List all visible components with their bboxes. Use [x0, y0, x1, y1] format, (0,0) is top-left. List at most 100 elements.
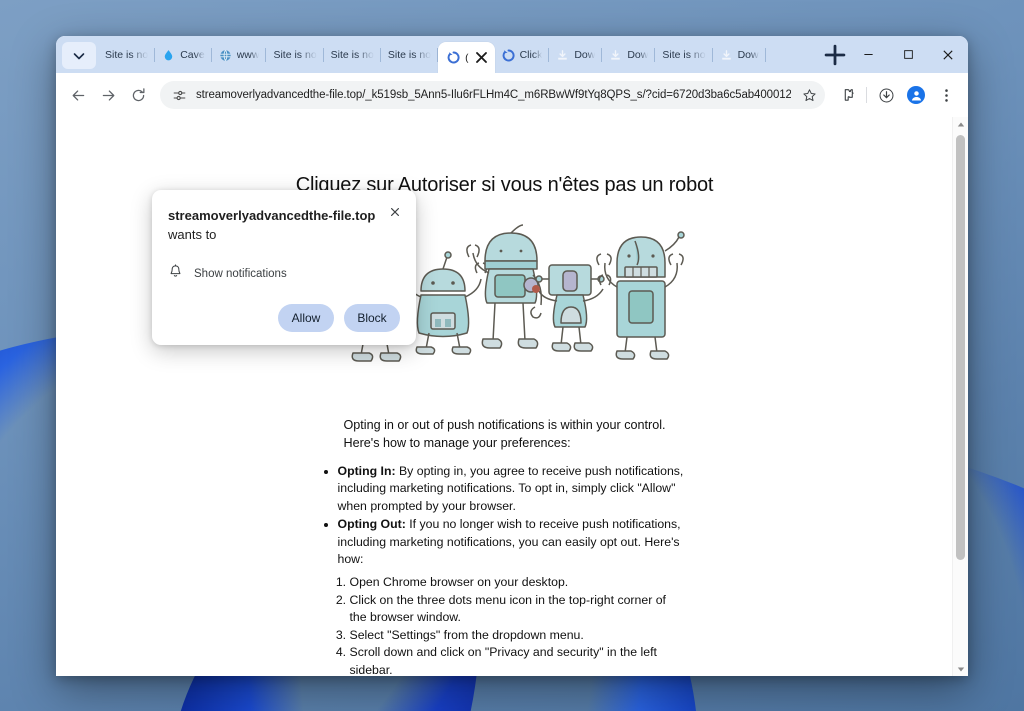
browser-toolbar: streamoverlyadvancedthe-file.top/_k519sb…	[56, 73, 968, 117]
address-bar[interactable]: streamoverlyadvancedthe-file.top/_k519sb…	[160, 81, 825, 109]
chrome-browser-window: Site is no Cave www Site is no Site is n…	[56, 36, 968, 676]
permission-label: Show notifications	[194, 267, 287, 280]
tab-5[interactable]: Site is no	[381, 41, 439, 69]
permission-request-row: Show notifications	[168, 264, 400, 284]
minimize-button[interactable]	[848, 36, 888, 73]
tab-7[interactable]: Click	[495, 41, 550, 69]
tab-10[interactable]: Site is no	[655, 41, 713, 69]
extensions-button[interactable]	[833, 81, 861, 109]
tab-2[interactable]: www	[212, 41, 267, 69]
profile-button[interactable]	[902, 81, 930, 109]
forward-button[interactable]	[94, 81, 122, 109]
preferences-bullet-list: Opting In: By opting in, you agree to re…	[320, 463, 690, 569]
scroll-down-button[interactable]	[953, 662, 968, 676]
tab-11[interactable]: Dow	[713, 41, 766, 69]
opt-out-steps-list: Open Chrome browser on your desktop. Cli…	[330, 574, 680, 676]
close-window-button[interactable]	[928, 36, 968, 73]
tab-strip: Site is no Cave www Site is no Site is n…	[56, 36, 968, 73]
puzzle-piece-icon	[844, 88, 853, 101]
robot-4	[531, 264, 611, 352]
page-viewport: Cliquez sur Autoriser si vous n'êtes pas…	[56, 117, 968, 676]
tab-title: (	[465, 51, 469, 64]
tab-title: Site is no	[273, 49, 317, 61]
globe-icon	[219, 49, 232, 62]
tab-title: Site is no	[387, 49, 432, 61]
tab-6-active[interactable]: (	[438, 42, 495, 73]
robot-5	[595, 231, 685, 360]
window-controls	[848, 36, 968, 73]
chrome-menu-button[interactable]	[932, 81, 960, 109]
reload-icon	[132, 87, 144, 101]
minimize-icon	[863, 54, 873, 55]
tab-list: Site is no Cave www Site is no Site is n…	[98, 41, 816, 73]
chevron-down-icon	[73, 52, 85, 59]
back-button[interactable]	[64, 81, 92, 109]
tab-title: Dow	[574, 49, 596, 61]
permission-title: streamoverlyadvancedthe-file.top wants t…	[168, 207, 400, 245]
account-avatar-icon	[907, 86, 925, 104]
list-item: Opting In: By opting in, you agree to re…	[338, 463, 690, 515]
download-icon	[720, 49, 733, 62]
tab-9[interactable]: Dow	[602, 41, 656, 69]
list-item: Select "Settings" from the dropdown menu…	[350, 627, 680, 644]
tab-title: Site is no	[330, 49, 374, 61]
scroll-up-button[interactable]	[953, 117, 968, 131]
page-scrollbar[interactable]	[952, 117, 968, 676]
maximize-icon	[903, 50, 913, 59]
water-drop-icon	[162, 49, 175, 62]
bullet-term: Opting In:	[337, 463, 396, 478]
scrollbar-thumb[interactable]	[956, 135, 965, 560]
list-item: Click on the three dots menu icon in the…	[350, 592, 680, 627]
tab-4[interactable]: Site is no	[324, 41, 381, 69]
permission-close-button[interactable]	[384, 201, 406, 223]
toolbar-divider	[866, 87, 867, 103]
tab-close-button[interactable]	[474, 50, 489, 65]
tab-title: Site is no	[662, 49, 706, 61]
notification-permission-dialog: streamoverlyadvancedthe-file.top wants t…	[152, 190, 416, 345]
downloads-button[interactable]	[872, 81, 900, 109]
tab-8[interactable]: Dow	[549, 41, 603, 69]
site-settings-icon[interactable]	[170, 86, 188, 104]
close-icon	[391, 208, 399, 216]
tab-title: www	[236, 49, 260, 61]
scroll-down-arrow	[957, 667, 964, 671]
download-icon	[556, 49, 569, 62]
arrow-left-icon	[72, 89, 84, 101]
permission-buttons: Allow Block	[168, 303, 400, 332]
download-circle-icon	[879, 88, 893, 102]
new-tab-button[interactable]	[822, 42, 848, 68]
tab-title: Dow	[627, 49, 649, 61]
tab-title: Click	[519, 49, 543, 61]
close-icon	[475, 52, 487, 63]
tab-3[interactable]: Site is no	[266, 41, 324, 69]
chrome-loading-icon	[447, 51, 460, 64]
close-icon	[943, 49, 953, 60]
arrow-right-icon	[102, 89, 114, 101]
three-dots-menu-icon	[944, 88, 948, 102]
maximize-button[interactable]	[888, 36, 928, 73]
tab-separator	[764, 48, 766, 62]
plus-icon	[824, 44, 846, 66]
tab-title: Dow	[737, 49, 759, 61]
lead-paragraph: Opting in or out of push notifications i…	[343, 418, 666, 450]
tab-title: Cave	[180, 49, 205, 61]
url-text: streamoverlyadvancedthe-file.top/_k519sb…	[196, 89, 791, 101]
star-icon[interactable]	[799, 85, 819, 105]
list-item: Scroll down and click on "Privacy and se…	[350, 644, 680, 676]
block-button[interactable]: Block	[344, 303, 400, 332]
reload-button[interactable]	[124, 81, 152, 109]
tab-search-button[interactable]	[62, 42, 96, 69]
download-icon	[609, 49, 622, 62]
tab-title: Site is no	[105, 49, 149, 61]
list-item: Opting Out: If you no longer wish to rec…	[338, 516, 690, 568]
tab-1[interactable]: Cave	[155, 41, 212, 69]
article-body: Opting in or out of push notifications i…	[56, 417, 953, 676]
tab-0[interactable]: Site is no	[98, 41, 156, 69]
permission-origin: streamoverlyadvancedthe-file.top	[168, 208, 376, 223]
allow-button[interactable]: Allow	[278, 303, 334, 332]
bell-icon	[168, 264, 183, 284]
scroll-up-arrow	[957, 122, 964, 126]
chrome-loading-icon	[502, 49, 515, 62]
permission-wants-to: wants to	[168, 226, 217, 242]
list-item: Open Chrome browser on your desktop.	[350, 574, 680, 591]
